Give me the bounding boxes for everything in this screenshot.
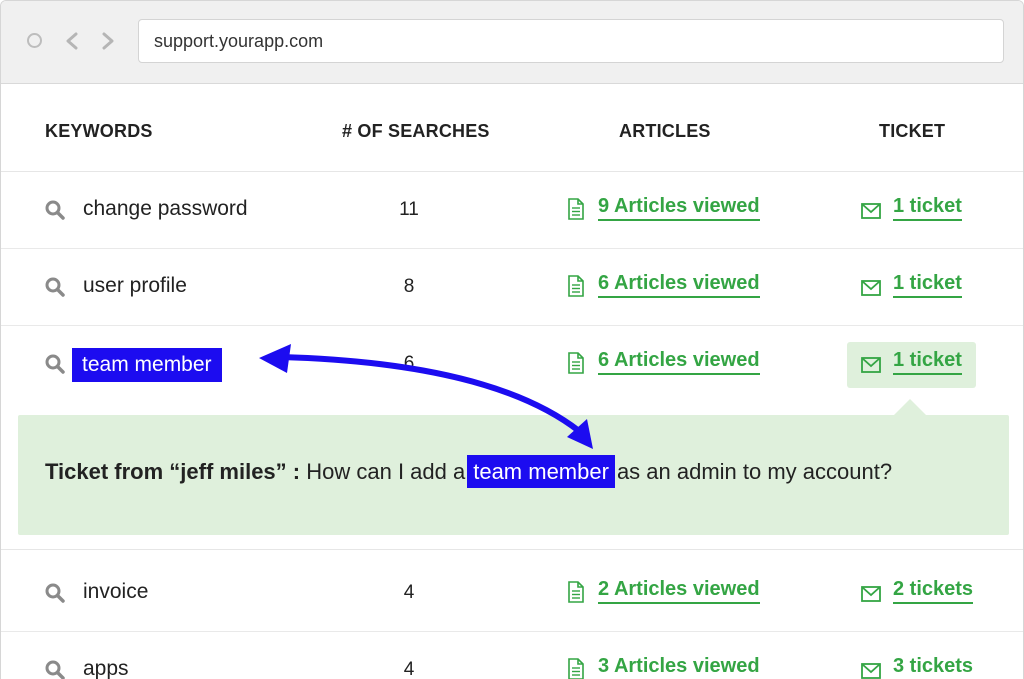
detail-pointer xyxy=(894,399,926,415)
keyword-text: invoice xyxy=(83,580,149,603)
ticket-detail-text: Ticket from “jeff miles” : How can I add… xyxy=(45,455,893,488)
ticket-text-after: as an admin to my account? xyxy=(616,459,893,484)
browser-window: support.yourapp.com KEYWORDS # OF SEARCH… xyxy=(0,0,1024,679)
envelope-icon xyxy=(861,203,881,219)
window-control-icon[interactable] xyxy=(27,33,42,48)
envelope-icon xyxy=(861,586,881,602)
ticket-link[interactable]: 1 ticket xyxy=(893,349,962,375)
search-count: 8 xyxy=(403,276,415,297)
ticket-cell[interactable]: 2 tickets xyxy=(847,571,976,617)
search-icon xyxy=(45,583,65,603)
document-icon xyxy=(568,275,584,297)
articles-link[interactable]: 6 Articles viewed xyxy=(598,272,760,298)
table-row: invoice 4 2 Articles viewed 2 tickets xyxy=(1,555,1023,632)
search-count: 4 xyxy=(403,659,415,679)
ticket-detail-panel: Ticket from “jeff miles” : How can I add… xyxy=(18,415,1009,535)
ticket-detail-label: Ticket from “jeff miles” : xyxy=(45,459,301,484)
header-ticket: TICKET xyxy=(879,121,946,141)
ticket-text-highlight: team member xyxy=(467,455,615,488)
articles-link[interactable]: 3 Articles viewed xyxy=(598,655,760,679)
ticket-text-before: How can I add a xyxy=(306,459,466,484)
articles-link[interactable]: 2 Articles viewed xyxy=(598,578,760,604)
header-keywords: KEYWORDS xyxy=(45,121,153,141)
browser-toolbar: support.yourapp.com xyxy=(1,1,1023,84)
ticket-link[interactable]: 1 ticket xyxy=(893,195,962,221)
envelope-icon xyxy=(861,280,881,296)
search-icon xyxy=(45,277,65,297)
ticket-cell-active[interactable]: 1 ticket xyxy=(847,342,976,388)
header-searches: # OF SEARCHES xyxy=(342,121,490,141)
search-icon xyxy=(45,200,65,220)
ticket-link[interactable]: 2 tickets xyxy=(893,578,974,604)
keyword-text: user profile xyxy=(83,274,187,297)
ticket-cell[interactable]: 1 ticket xyxy=(847,188,976,234)
forward-arrow-icon[interactable] xyxy=(99,31,117,51)
document-icon xyxy=(568,581,584,603)
articles-link[interactable]: 9 Articles viewed xyxy=(598,195,760,221)
articles-link[interactable]: 6 Articles viewed xyxy=(598,349,760,375)
address-bar[interactable]: support.yourapp.com xyxy=(138,19,1004,63)
envelope-icon xyxy=(861,663,881,679)
ticket-link[interactable]: 1 ticket xyxy=(893,272,962,298)
envelope-icon xyxy=(861,357,881,373)
ticket-cell[interactable]: 3 tickets xyxy=(847,648,976,679)
document-icon xyxy=(568,198,584,220)
search-icon xyxy=(45,660,65,679)
table-header: KEYWORDS # OF SEARCHES ARTICLES TICKET xyxy=(1,83,1023,172)
search-count: 11 xyxy=(399,199,419,220)
search-count: 4 xyxy=(403,582,415,603)
document-icon xyxy=(568,658,584,679)
header-articles: ARTICLES xyxy=(619,121,711,141)
divider xyxy=(1,549,1023,550)
search-icon xyxy=(45,354,65,374)
keyword-text: apps xyxy=(83,657,129,679)
back-arrow-icon[interactable] xyxy=(63,31,81,51)
table-row: user profile 8 6 Articles viewed 1 ticke… xyxy=(1,249,1023,326)
ticket-link[interactable]: 3 tickets xyxy=(893,655,973,679)
table-row-active: team member 6 6 Articles viewed 1 ticket xyxy=(1,326,1023,402)
keyword-text-highlighted: team member xyxy=(72,348,222,382)
search-count: 6 xyxy=(403,353,415,374)
table-row: apps 4 3 Articles viewed 3 tickets xyxy=(1,632,1023,679)
ticket-cell[interactable]: 1 ticket xyxy=(847,265,976,311)
keyword-text: change password xyxy=(83,197,248,220)
address-url: support.yourapp.com xyxy=(154,31,324,51)
document-icon xyxy=(568,352,584,374)
table-row: change password 11 9 Articles viewed 1 t… xyxy=(1,172,1023,249)
